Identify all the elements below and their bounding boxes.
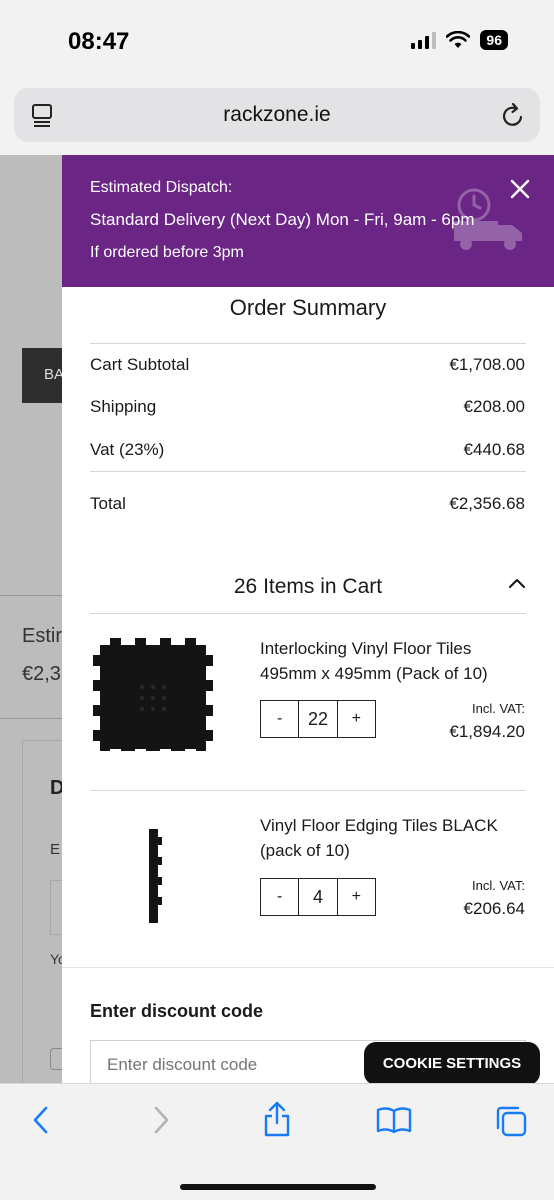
status-time: 08:47 [68, 28, 130, 55]
quantity-value[interactable]: 4 [298, 879, 338, 915]
total-label: Total [90, 494, 126, 513]
quantity-value[interactable]: 22 [298, 701, 338, 737]
divider [62, 967, 554, 968]
background-divider [0, 595, 62, 596]
share-icon[interactable] [262, 1100, 292, 1138]
subtotal-value: €1,708.00 [449, 355, 525, 374]
divider [90, 790, 526, 791]
cellular-signal-icon [411, 31, 437, 49]
incl-vat-label: Incl. VAT: [472, 701, 525, 716]
back-icon[interactable] [30, 1104, 52, 1136]
floor-tile-product-image[interactable] [90, 635, 216, 761]
background-estimate-value: €2,3 [22, 663, 61, 685]
shipping-label: Shipping [90, 397, 157, 416]
vat-label: Vat (23%) [90, 440, 165, 459]
decrease-qty-button[interactable]: - [261, 879, 298, 915]
increase-qty-button[interactable]: + [338, 701, 375, 737]
status-bar: 08:47 96 [0, 0, 554, 80]
product-name[interactable]: Vinyl Floor Edging Tiles BLACK (pack of … [260, 813, 530, 863]
home-indicator[interactable] [180, 1184, 376, 1190]
dispatch-delivery-text: Standard Delivery (Next Day) Mon - Fri, … [90, 210, 475, 229]
decrease-qty-button[interactable]: - [261, 701, 298, 737]
url-text[interactable]: rackzone.ie [14, 103, 540, 127]
product-name[interactable]: Interlocking Vinyl Floor Tiles 495mm x 4… [260, 636, 530, 686]
background-button: BA [22, 348, 67, 403]
order-summary-title: Order Summary [229, 295, 387, 320]
background-estimate-label: Estir [22, 625, 62, 647]
increase-qty-button[interactable]: + [338, 879, 375, 915]
address-bar[interactable]: rackzone.ie [14, 88, 540, 142]
wifi-icon [446, 31, 471, 48]
status-icons: 96 [411, 30, 508, 50]
incl-vat-label: Incl. VAT: [472, 878, 525, 893]
dispatch-heading: Estimated Dispatch: [90, 179, 233, 196]
shipping-value: €208.00 [463, 397, 525, 416]
subtotal-label: Cart Subtotal [90, 355, 190, 374]
tabs-icon[interactable] [494, 1104, 528, 1138]
item-price: €1,894.20 [449, 722, 525, 741]
dispatch-cutoff-text: If ordered before 3pm [90, 244, 244, 261]
cookie-settings-button[interactable]: COOKIE SETTINGS [364, 1042, 540, 1085]
forward-icon[interactable] [150, 1104, 172, 1136]
quantity-stepper: - 22 + [260, 700, 376, 738]
bookmarks-icon[interactable] [376, 1106, 412, 1134]
edging-tile-product-image[interactable] [146, 829, 162, 923]
background-field-label: E [50, 841, 61, 858]
vat-value: €440.68 [463, 440, 525, 459]
total-value: €2,356.68 [449, 494, 525, 513]
reload-icon[interactable] [500, 101, 526, 129]
cart-drawer: Estimated Dispatch: Standard Delivery (N… [62, 155, 554, 1083]
divider [90, 613, 526, 614]
discount-label: Enter discount code [90, 1001, 264, 1021]
battery-indicator: 96 [480, 30, 508, 50]
divider [90, 343, 526, 344]
close-icon[interactable] [508, 177, 532, 201]
items-in-cart-title[interactable]: 26 Items in Cart [62, 575, 554, 599]
quantity-stepper: - 4 + [260, 878, 376, 916]
dispatch-banner: Estimated Dispatch: Standard Delivery (N… [62, 155, 554, 287]
background-divider [0, 718, 62, 719]
item-price: €206.64 [463, 899, 525, 918]
chevron-up-icon[interactable] [508, 576, 526, 590]
divider [90, 471, 526, 472]
browser-toolbar [0, 1083, 554, 1200]
